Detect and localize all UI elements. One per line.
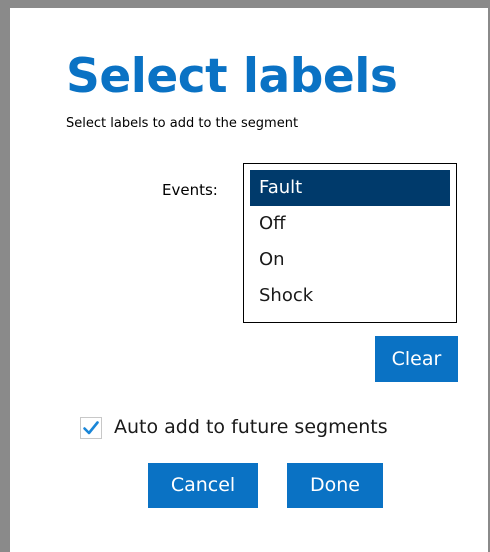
dialog-title: Select labels [66,49,398,104]
auto-add-checkbox[interactable] [80,417,102,439]
event-item-shock[interactable]: Shock [250,278,450,314]
clear-button[interactable]: Clear [375,336,458,382]
event-item-off[interactable]: Off [250,206,450,242]
done-button[interactable]: Done [287,463,383,508]
dialog-subtitle: Select labels to add to the segment [66,116,299,131]
checkmark-icon [80,417,102,439]
select-labels-dialog: Select labels Select labels to add to th… [0,0,490,552]
cancel-button[interactable]: Cancel [148,463,258,508]
event-item-fault[interactable]: Fault [250,170,450,206]
auto-add-label[interactable]: Auto add to future segments [114,414,388,440]
events-listbox[interactable]: Fault Off On Shock [243,163,457,323]
event-item-on[interactable]: On [250,242,450,278]
events-label: Events: [162,181,218,199]
